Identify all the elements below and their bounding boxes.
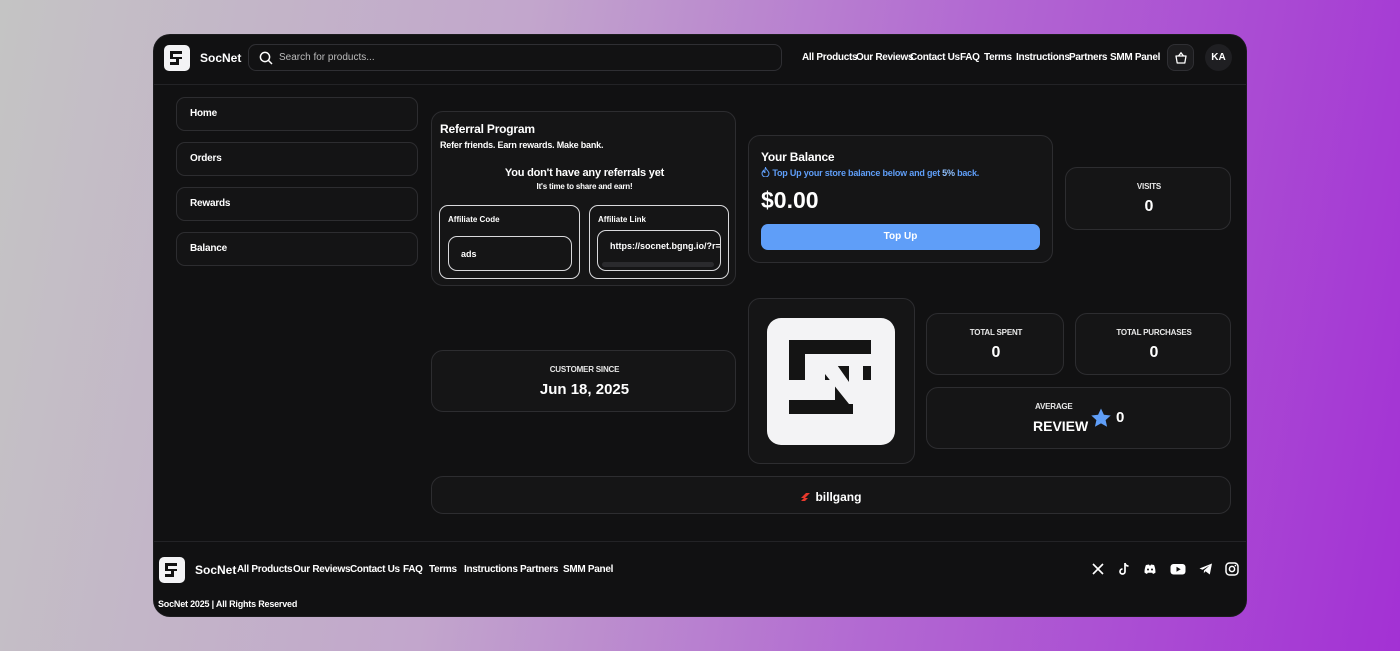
referral-title: Referral Program — [440, 122, 535, 136]
footer-nav-contact-us[interactable]: Contact Us — [350, 564, 400, 575]
average-label: AVERAGE — [1035, 402, 1073, 411]
search-bar — [248, 44, 782, 71]
referral-card: Referral Program Refer friends. Earn rew… — [431, 111, 736, 286]
balance-title: Your Balance — [761, 150, 835, 164]
tiktok-icon[interactable] — [1116, 561, 1132, 577]
nav-partners[interactable]: Partners — [1069, 52, 1107, 63]
nav-faq[interactable]: FAQ — [960, 52, 980, 63]
total-purchases-card: TOTAL PURCHASES 0 — [1075, 313, 1231, 375]
footer-nav-instructions[interactable]: Instructions — [464, 564, 518, 575]
footer-brand[interactable]: SocNet — [195, 563, 236, 577]
x-icon[interactable] — [1090, 561, 1106, 577]
total-spent-card: TOTAL SPENT 0 — [926, 313, 1064, 375]
billgang-logo: billgang — [800, 488, 861, 506]
search-input[interactable] — [279, 49, 769, 66]
nav-terms[interactable]: Terms — [984, 52, 1012, 63]
store-logo-card — [748, 298, 915, 464]
average-review-card: AVERAGE REVIEW 0 — [926, 387, 1231, 449]
instagram-icon[interactable] — [1224, 561, 1240, 577]
star-icon — [1091, 408, 1111, 427]
review-label: REVIEW — [1033, 418, 1089, 434]
review-value: 0 — [1116, 409, 1125, 426]
logo-icon[interactable] — [164, 45, 190, 71]
footer-logo-icon[interactable] — [159, 557, 185, 583]
flame-icon — [761, 165, 770, 179]
visits-card: VISITS 0 — [1065, 167, 1231, 230]
total-purchases-label: TOTAL PURCHASES — [1116, 328, 1192, 337]
affiliate-code-box: Affiliate Code ads — [439, 205, 580, 279]
copyright: SocNet 2025 | All Rights Reserved — [158, 599, 298, 609]
visits-label: VISITS — [1136, 182, 1162, 191]
balance-note: Top Up your store balance below and get … — [761, 165, 980, 179]
nav-contact-us[interactable]: Contact Us — [910, 52, 960, 63]
total-purchases-value: 0 — [1149, 344, 1159, 361]
balance-note-percent: 5% — [942, 168, 955, 178]
affiliate-code-value: ads — [461, 249, 477, 259]
store-logo-icon — [767, 318, 895, 445]
balance-note-suffix: back. — [954, 168, 980, 178]
nav-instructions[interactable]: Instructions — [1016, 52, 1070, 63]
footer-nav-all-products[interactable]: All Products — [237, 564, 293, 575]
affiliate-link-box: Affiliate Link https://socnet.bgng.io/?r… — [589, 205, 729, 279]
visits-value: 0 — [1144, 198, 1154, 215]
brand-name[interactable]: SocNet — [200, 51, 241, 65]
affiliate-code-field[interactable]: ads — [448, 236, 572, 271]
customer-since-label: CUSTOMER SINCE — [549, 365, 620, 374]
cart-button[interactable] — [1167, 44, 1194, 71]
total-spent-value: 0 — [991, 344, 1001, 361]
referral-empty-title: You don't have any referrals yet — [504, 167, 665, 179]
telegram-icon[interactable] — [1198, 561, 1214, 577]
billgang-icon — [801, 493, 810, 501]
sidebar-item-home[interactable]: Home — [176, 97, 418, 131]
balance-card: Your Balance Top Up your store balance b… — [748, 135, 1053, 263]
customer-since-card: CUSTOMER SINCE Jun 18, 2025 — [431, 350, 736, 412]
referral-subtitle: Refer friends. Earn rewards. Make bank. — [440, 140, 604, 150]
affiliate-link-label: Affiliate Link — [598, 215, 647, 224]
top-bar: SocNet All Products Our Reviews Contact … — [154, 35, 1246, 85]
footer-nav-smm-panel[interactable]: SMM Panel — [563, 564, 613, 575]
affiliate-code-label: Affiliate Code — [448, 215, 500, 224]
top-up-button[interactable]: Top Up — [761, 224, 1040, 250]
nav-smm-panel[interactable]: SMM Panel — [1110, 52, 1160, 63]
link-scrollbar[interactable] — [602, 262, 714, 267]
basket-icon — [1175, 51, 1187, 64]
footer-nav-terms[interactable]: Terms — [429, 564, 457, 575]
sidebar-item-balance[interactable]: Balance — [176, 232, 418, 266]
footer-nav-our-reviews[interactable]: Our Reviews — [293, 564, 351, 575]
sidebar-item-orders[interactable]: Orders — [176, 142, 418, 176]
total-spent-label: TOTAL SPENT — [969, 328, 1023, 337]
footer-nav-faq[interactable]: FAQ — [403, 564, 423, 575]
search-icon — [259, 51, 273, 65]
customer-since-value: Jun 18, 2025 — [539, 381, 630, 398]
sidebar-item-rewards[interactable]: Rewards — [176, 187, 418, 221]
user-avatar[interactable]: KA — [1205, 44, 1232, 71]
balance-note-prefix: Top Up your store balance below and get — [772, 168, 943, 178]
balance-amount: $0.00 — [761, 187, 819, 213]
app-window: SocNet All Products Our Reviews Contact … — [154, 35, 1246, 616]
affiliate-link-value: https://socnet.bgng.io/?r=ads — [610, 241, 721, 251]
powered-by-bar[interactable]: billgang — [431, 476, 1231, 514]
billgang-text: billgang — [815, 490, 862, 504]
youtube-icon[interactable] — [1170, 561, 1186, 577]
nav-our-reviews[interactable]: Our Reviews — [856, 52, 914, 63]
referral-empty-subtitle: It's time to share and earn! — [536, 182, 633, 191]
footer: SocNet All Products Our Reviews Contact … — [154, 541, 1246, 616]
discord-icon[interactable] — [1142, 561, 1158, 577]
footer-nav-partners[interactable]: Partners — [520, 564, 558, 575]
nav-all-products[interactable]: All Products — [802, 52, 858, 63]
affiliate-link-field[interactable]: https://socnet.bgng.io/?r=ads — [597, 230, 721, 271]
